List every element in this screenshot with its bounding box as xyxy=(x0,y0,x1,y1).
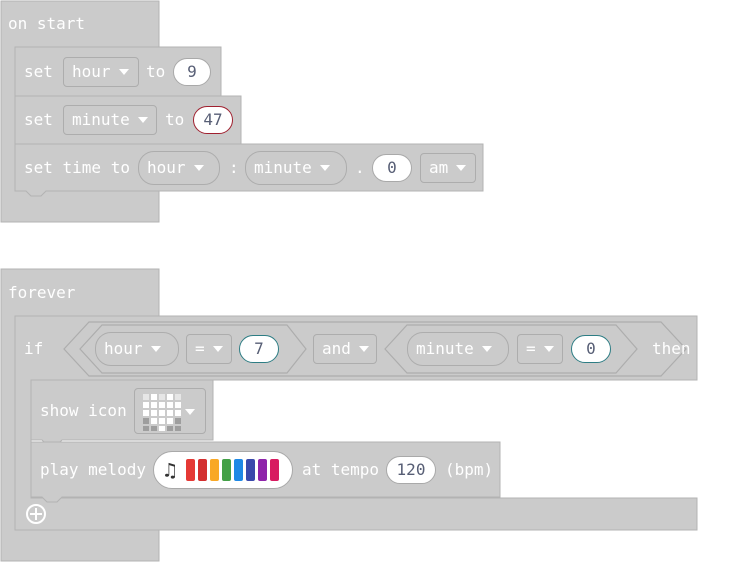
plus-circle-icon[interactable] xyxy=(24,502,48,526)
if-label: if xyxy=(24,339,44,358)
caret-down-icon xyxy=(185,409,195,415)
dot-label: . xyxy=(355,158,365,177)
minute-variable-dropdown[interactable]: minute xyxy=(63,105,157,135)
caret-down-icon xyxy=(118,68,129,75)
caret-down-icon xyxy=(358,345,369,352)
caret-down-icon xyxy=(481,345,492,352)
at-tempo-label: at tempo xyxy=(302,460,380,479)
dropdown-label: minute xyxy=(416,339,474,358)
dropdown-label: minute xyxy=(72,110,130,129)
melody-note-bar xyxy=(210,459,219,481)
caret-down-icon xyxy=(319,164,330,171)
colon-label: : xyxy=(229,158,239,177)
bpm-label: (bpm) xyxy=(445,460,494,479)
set-time-label: set time to xyxy=(24,158,130,177)
dropdown-label: = xyxy=(526,339,536,358)
caret-down-icon xyxy=(456,164,467,171)
caret-down-icon xyxy=(543,345,554,352)
am-pm-dropdown[interactable]: am xyxy=(420,153,476,183)
tempo-value-input[interactable]: 120 xyxy=(386,456,436,484)
hour-variable-dropdown[interactable]: hour xyxy=(63,57,139,87)
on-start-label[interactable]: on start xyxy=(8,14,85,34)
play-melody-label: play melody xyxy=(40,460,146,479)
set-label: set xyxy=(24,62,53,81)
melody-note-bar xyxy=(270,459,279,481)
hour-compare-value-input[interactable]: 7 xyxy=(239,335,279,363)
seconds-value-input[interactable]: 0 xyxy=(372,154,412,182)
minute-reporter-dropdown[interactable]: minute xyxy=(245,151,347,185)
then-label: then xyxy=(652,339,691,358)
show-icon-label: show icon xyxy=(40,401,127,420)
heart-led-icon xyxy=(143,394,181,431)
melody-note-bar xyxy=(222,459,231,481)
hour-reporter-dropdown[interactable]: hour xyxy=(138,151,220,185)
minute-compare-value-input[interactable]: 0 xyxy=(571,335,611,363)
melody-note-bar xyxy=(186,459,195,481)
and-operator-dropdown[interactable]: and xyxy=(313,334,377,364)
equals-operator-dropdown[interactable]: = xyxy=(186,334,232,364)
music-note-icon: ♫ xyxy=(164,458,177,482)
set-label: set xyxy=(24,110,53,129)
melody-note-bar xyxy=(198,459,207,481)
caret-down-icon xyxy=(212,345,223,352)
caret-down-icon xyxy=(137,116,148,123)
dropdown-label: hour xyxy=(147,158,186,177)
forever-label[interactable]: forever xyxy=(8,283,75,303)
minute-value-input[interactable]: 47 xyxy=(193,106,233,134)
caret-down-icon xyxy=(150,345,161,352)
melody-picker[interactable]: ♫ xyxy=(153,451,293,489)
melody-note-bar xyxy=(246,459,255,481)
to-label: to xyxy=(165,110,185,129)
dropdown-label: = xyxy=(195,339,205,358)
melody-note-bar xyxy=(258,459,267,481)
dropdown-label: and xyxy=(322,339,351,358)
dropdown-label: am xyxy=(429,158,449,177)
minute-reporter-dropdown[interactable]: minute xyxy=(407,332,509,366)
hour-value-input[interactable]: 9 xyxy=(173,58,211,86)
caret-down-icon xyxy=(193,164,204,171)
equals-operator-dropdown[interactable]: = xyxy=(517,334,563,364)
dropdown-label: hour xyxy=(104,339,143,358)
melody-note-bar xyxy=(234,459,243,481)
dropdown-label: hour xyxy=(72,62,111,81)
hour-reporter-dropdown[interactable]: hour xyxy=(95,332,179,366)
dropdown-label: minute xyxy=(254,158,312,177)
icon-picker-dropdown[interactable] xyxy=(134,388,206,434)
to-label: to xyxy=(146,62,166,81)
